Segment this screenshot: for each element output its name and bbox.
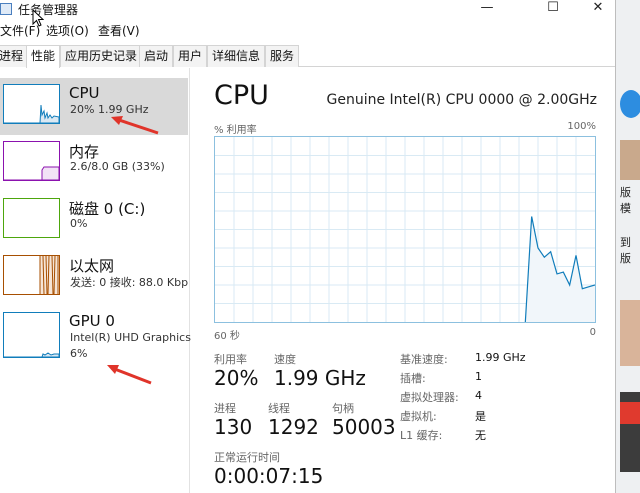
resource-subtitle: Intel(R) UHD Graphics	[70, 331, 191, 344]
task-manager-icon	[0, 3, 12, 15]
tab-services[interactable]: 服务	[265, 45, 300, 67]
background-text: 到	[620, 236, 631, 249]
cpu-model-name: Genuine Intel(R) CPU 0000 @ 2.00GHz	[326, 92, 597, 108]
background-thumbnail	[620, 300, 640, 366]
resource-title: 内存	[69, 143, 100, 161]
resource-item-ethernet[interactable]: 以太网 发送: 0 接收: 88.0 Kbp	[0, 249, 188, 306]
resource-title: CPU	[69, 84, 100, 102]
resource-title: GPU 0	[69, 312, 115, 330]
background-thumbnail	[620, 140, 640, 180]
speed-label: 速度	[274, 353, 296, 366]
resource-subtitle-2: 6%	[70, 347, 88, 360]
ethernet-thumbnail-graph	[3, 255, 60, 295]
cpu-thumbnail-graph	[3, 84, 60, 124]
gpu-thumbnail-graph	[3, 312, 60, 358]
background-text: 版	[620, 186, 631, 199]
maximize-button[interactable]: ☐	[531, 0, 575, 18]
spec-value: 无	[475, 429, 486, 442]
spec-label: 基准速度:	[400, 353, 448, 366]
background-badge	[620, 402, 640, 424]
spec-value: 4	[475, 389, 482, 402]
tab-startup[interactable]: 启动	[139, 45, 174, 67]
spec-label: 虚拟处理器:	[400, 391, 459, 404]
threads-label: 线程	[268, 402, 290, 415]
threads-value: 1292	[268, 415, 319, 439]
cpu-utilization-chart	[215, 137, 596, 323]
cpu-detail-panel: CPU Genuine Intel(R) CPU 0000 @ 2.00GHz …	[190, 68, 615, 493]
resource-list: CPU 20% 1.99 GHz 内存 2.6/8.0 GB (33%) 磁盘 …	[0, 68, 191, 493]
menu-options[interactable]: 选项(O)	[46, 22, 89, 39]
resource-subtitle: 0%	[70, 217, 88, 230]
minimize-button[interactable]: —	[465, 0, 509, 18]
tab-performance[interactable]: 性能	[26, 45, 61, 68]
graph-y-label: % 利用率	[214, 125, 257, 136]
cpu-usage-area	[525, 216, 595, 322]
spec-label: 虚拟机:	[400, 410, 437, 423]
uptime-value: 0:00:07:15	[214, 464, 324, 488]
close-button[interactable]: ✕	[576, 0, 620, 18]
graph-x-start-label: 60 秒	[214, 331, 240, 342]
resource-subtitle: 2.6/8.0 GB (33%)	[70, 160, 165, 173]
window-title: 任务管理器	[18, 3, 79, 17]
tab-app-history[interactable]: 应用历史记录	[60, 45, 143, 67]
utilization-value: 20%	[214, 366, 259, 390]
resource-subtitle: 发送: 0 接收: 88.0 Kbp	[70, 276, 189, 289]
annotation-arrow-gpu	[107, 365, 152, 385]
annotation-arrow-cpu	[111, 116, 159, 135]
uptime-label: 正常运行时间	[214, 451, 280, 464]
utilization-label: 利用率	[214, 353, 247, 366]
background-window-edge: 版 模 到 版	[615, 0, 640, 493]
detail-heading: CPU	[214, 80, 269, 111]
tab-details[interactable]: 详细信息	[207, 45, 266, 67]
handles-value: 50003	[332, 415, 396, 439]
cpu-utilization-graph	[214, 136, 596, 323]
processes-value: 130	[214, 415, 253, 439]
spec-value: 1.99 GHz	[475, 351, 526, 364]
tab-bar: 进程 性能 应用历史记录 启动 用户 详细信息 服务	[0, 45, 615, 68]
spec-value: 是	[475, 410, 486, 423]
spec-value: 1	[475, 370, 482, 383]
tab-users[interactable]: 用户	[173, 45, 208, 67]
spec-label: 插槽:	[400, 372, 426, 385]
processes-label: 进程	[214, 402, 236, 415]
background-avatar-icon	[620, 90, 640, 118]
background-text: 模	[620, 202, 631, 215]
graph-y-max-label: 100%	[567, 121, 596, 132]
resource-item-gpu[interactable]: GPU 0 Intel(R) UHD Graphics 6%	[0, 306, 191, 376]
menu-file[interactable]: 文件(F)	[0, 22, 40, 39]
title-bar: 任务管理器 — ☐ ✕	[0, 0, 615, 18]
menu-view[interactable]: 查看(V)	[98, 22, 140, 39]
handles-label: 句柄	[332, 402, 354, 415]
graph-x-end-label: 0	[589, 327, 596, 338]
resource-item-memory[interactable]: 内存 2.6/8.0 GB (33%)	[0, 135, 188, 192]
resource-title: 以太网	[69, 257, 115, 275]
disk-thumbnail-graph	[3, 198, 60, 238]
resource-item-disk[interactable]: 磁盘 0 (C:) 0%	[0, 192, 188, 249]
tab-processes[interactable]: 进程	[0, 45, 29, 67]
memory-thumbnail-graph	[3, 141, 60, 181]
spec-label: L1 缓存:	[400, 429, 443, 442]
speed-value: 1.99 GHz	[274, 366, 366, 390]
resource-title: 磁盘 0 (C:)	[69, 200, 146, 218]
background-text: 版	[620, 252, 631, 265]
